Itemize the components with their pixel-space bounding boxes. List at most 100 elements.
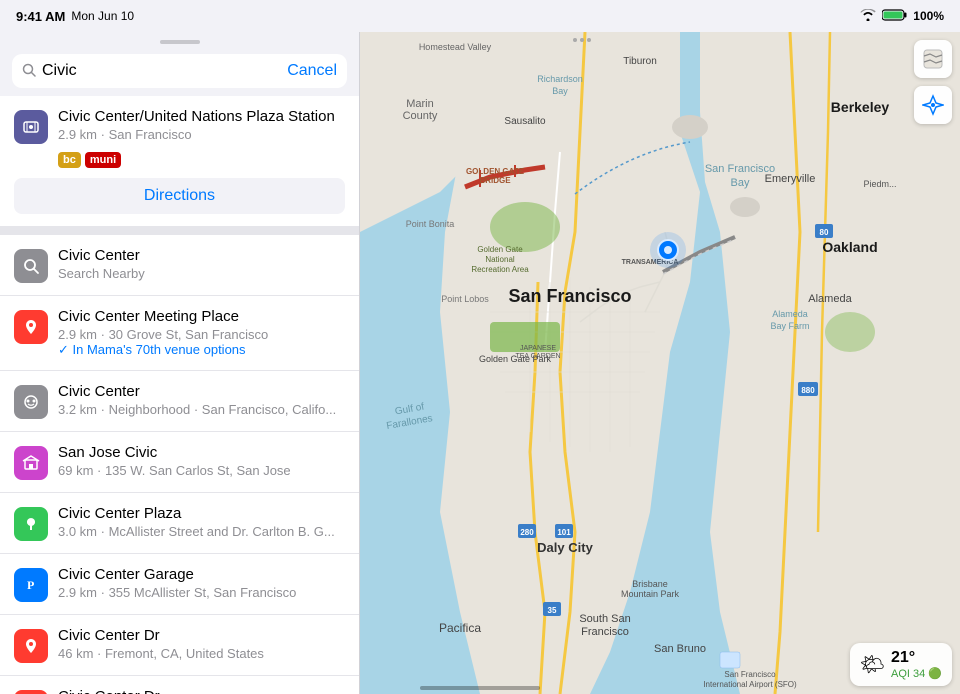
result-icon-neighborhood <box>14 385 48 419</box>
weather-aqi: AQI 34 🟢 <box>891 667 942 680</box>
svg-text:35: 35 <box>548 606 557 615</box>
result-icon-venue <box>14 446 48 480</box>
transport-badges: bc muni <box>58 152 345 168</box>
result-sub: 3.0 km · McAllister Street and Dr. Carlt… <box>58 524 345 539</box>
result-content: Civic Center Garage 2.9 km · 355 McAllis… <box>58 566 345 600</box>
search-input[interactable] <box>42 62 281 80</box>
result-name: Civic Center Meeting Place <box>58 308 345 325</box>
status-bar-right: 100% <box>860 9 944 24</box>
svg-text:GOLDEN GATE: GOLDEN GATE <box>466 167 525 176</box>
svg-text:San Francisco: San Francisco <box>724 670 776 679</box>
svg-text:Point Lobos: Point Lobos <box>441 294 489 304</box>
first-result-content: Civic Center/United Nations Plaza Statio… <box>58 108 345 142</box>
result-icon-search <box>14 249 48 283</box>
map-controls <box>914 40 952 124</box>
result-name: Civic Center Dr <box>58 627 345 644</box>
list-item[interactable]: Civic Center Dr 63 km · Santa Clara, CA,… <box>0 676 359 694</box>
badge-muni: muni <box>85 152 121 168</box>
status-time: 9:41 AM <box>16 9 65 24</box>
svg-text:P: P <box>27 578 34 592</box>
svg-text:Pacifica: Pacifica <box>439 621 481 635</box>
svg-text:Oakland: Oakland <box>822 239 877 255</box>
svg-text:International Airport (SFO): International Airport (SFO) <box>703 680 797 689</box>
svg-text:Bay: Bay <box>552 86 568 96</box>
battery-icon <box>882 9 907 24</box>
map-type-button[interactable] <box>914 40 952 78</box>
result-icon-park <box>14 507 48 541</box>
location-button[interactable] <box>914 86 952 124</box>
svg-text:Francisco: Francisco <box>581 626 629 638</box>
search-bar: Cancel <box>12 54 347 88</box>
svg-text:Piedm...: Piedm... <box>863 179 896 189</box>
svg-text:Golden Gate: Golden Gate <box>477 245 523 254</box>
result-name: Civic Center <box>58 383 345 400</box>
list-item[interactable]: Civic Center 3.2 km · Neighborhood · San… <box>0 371 359 432</box>
map-svg: San Francisco Daly City South San Franci… <box>360 32 960 694</box>
search-icon <box>22 63 36 80</box>
status-date: Mon Jun 10 <box>71 9 134 23</box>
cancel-button[interactable]: Cancel <box>287 62 337 80</box>
first-result-item[interactable]: Civic Center/United Nations Plaza Statio… <box>0 96 359 227</box>
result-content: San Jose Civic 69 km · 135 W. San Carlos… <box>58 444 345 478</box>
svg-text:Marin: Marin <box>406 98 434 110</box>
svg-text:Homestead Valley: Homestead Valley <box>419 42 492 52</box>
list-item[interactable]: Civic Center Search Nearby <box>0 235 359 296</box>
svg-text:National: National <box>485 255 515 264</box>
result-content: Civic Center Dr 46 km · Fremont, CA, Uni… <box>58 627 345 661</box>
result-name: Civic Center Dr <box>58 688 345 694</box>
result-name: San Jose Civic <box>58 444 345 461</box>
list-item[interactable]: San Jose Civic 69 km · 135 W. San Carlos… <box>0 432 359 493</box>
home-indicator <box>420 686 540 690</box>
result-sub: 2.9 km · 355 McAllister St, San Francisc… <box>58 585 345 600</box>
result-sub: 69 km · 135 W. San Carlos St, San Jose <box>58 463 345 478</box>
svg-text:Point Bonita: Point Bonita <box>406 219 455 229</box>
svg-text:San Francisco: San Francisco <box>705 163 775 175</box>
status-bar: 9:41 AM Mon Jun 10 100% <box>0 0 960 32</box>
svg-text:BRIDGE: BRIDGE <box>479 176 511 185</box>
svg-text:280: 280 <box>520 528 534 537</box>
result-sub: 2.9 km · 30 Grove St, San Francisco <box>58 327 345 342</box>
result-sub: Search Nearby <box>58 266 345 281</box>
weather-temp: 21° <box>891 649 942 667</box>
result-content: Civic Center 3.2 km · Neighborhood · San… <box>58 383 345 417</box>
result-content: Civic Center Search Nearby <box>58 247 345 281</box>
list-item[interactable]: Civic Center Meeting Place 2.9 km · 30 G… <box>0 296 359 371</box>
svg-text:South San: South San <box>579 613 630 625</box>
drag-handle[interactable] <box>160 40 200 44</box>
svg-text:TEA GARDEN: TEA GARDEN <box>515 353 560 360</box>
results-list: Civic Center/United Nations Plaza Statio… <box>0 96 359 694</box>
svg-text:Daly City: Daly City <box>537 540 593 555</box>
result-venue-link[interactable]: ✓ In Mama's 70th venue options <box>58 342 345 358</box>
svg-text:80: 80 <box>820 228 829 237</box>
svg-text:Alameda: Alameda <box>772 309 808 319</box>
svg-text:Richardson: Richardson <box>537 74 583 84</box>
status-bar-left: 9:41 AM Mon Jun 10 <box>16 9 134 24</box>
battery-pct: 100% <box>913 9 944 23</box>
result-content: Civic Center Plaza 3.0 km · McAllister S… <box>58 505 345 539</box>
first-result-icon <box>14 110 48 144</box>
weather-widget[interactable]: 🌤 21° AQI 34 🟢 <box>850 643 952 686</box>
svg-text:Alameda: Alameda <box>808 293 852 305</box>
map-area[interactable]: San Francisco Daly City South San Franci… <box>360 32 960 694</box>
svg-text:Brisbane: Brisbane <box>632 579 668 589</box>
svg-text:Tiburon: Tiburon <box>623 56 657 67</box>
svg-text:880: 880 <box>801 386 815 395</box>
list-item[interactable]: Civic Center Plaza 3.0 km · McAllister S… <box>0 493 359 554</box>
weather-info: 21° AQI 34 🟢 <box>891 649 942 680</box>
first-result-name: Civic Center/United Nations Plaza Statio… <box>58 108 345 125</box>
badge-bart: bc <box>58 152 81 168</box>
list-item[interactable]: Civic Center Dr 46 km · Fremont, CA, Uni… <box>0 615 359 676</box>
first-result-sub: 2.9 km · San Francisco <box>58 127 345 142</box>
svg-text:101: 101 <box>557 528 571 537</box>
list-item[interactable]: P Civic Center Garage 2.9 km · 355 McAll… <box>0 554 359 615</box>
directions-button[interactable]: Directions <box>14 178 345 214</box>
svg-text:Mountain Park: Mountain Park <box>621 589 680 599</box>
result-sub: 3.2 km · Neighborhood · San Francisco, C… <box>58 402 345 417</box>
result-icon-pin2 <box>14 629 48 663</box>
result-content: Civic Center Meeting Place 2.9 km · 30 G… <box>58 308 345 358</box>
svg-text:San Francisco: San Francisco <box>508 286 631 306</box>
first-result-header: Civic Center/United Nations Plaza Statio… <box>14 108 345 144</box>
result-name: Civic Center Garage <box>58 566 345 583</box>
result-content: Civic Center Dr 63 km · Santa Clara, CA,… <box>58 688 345 694</box>
sidebar: Cancel Civic Center/United Nations Plaza… <box>0 32 360 694</box>
